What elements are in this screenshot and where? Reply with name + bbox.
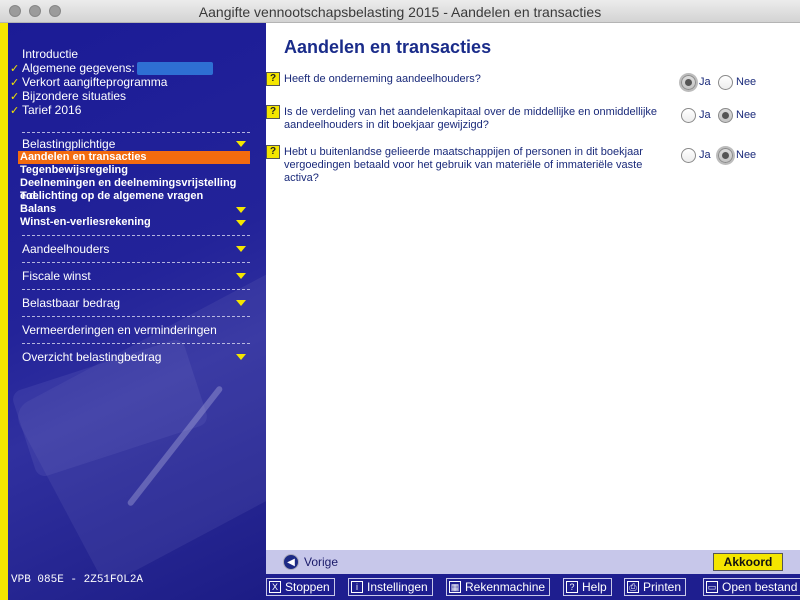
chevron-down-icon bbox=[236, 220, 246, 226]
bottom-toolbar: X Stoppen i Instellingen ▦ Rekenmachine … bbox=[266, 574, 800, 600]
sidebar-item-toelichting[interactable]: Toelichting op de algemene vragen bbox=[20, 190, 250, 203]
previous-button[interactable]: ◀ Vorige bbox=[283, 554, 338, 570]
version-label: VPB 085E - 2Z51FOL2A bbox=[11, 574, 144, 586]
window-title: Aangifte vennootschapsbelasting 2015 - A… bbox=[198, 4, 602, 20]
sidebar-section-fiscale-winst[interactable]: Fiscale winst bbox=[22, 269, 250, 283]
help-icon: ? bbox=[566, 581, 578, 593]
help-icon[interactable]: ? bbox=[266, 72, 280, 86]
divider bbox=[22, 132, 250, 133]
sidebar-section-overzicht-belastingbedrag[interactable]: Overzicht belastingbedrag bbox=[22, 350, 250, 364]
divider bbox=[22, 289, 250, 290]
check-icon: ✓ bbox=[10, 104, 20, 117]
algemene-gegevens-value[interactable] bbox=[136, 61, 213, 75]
info-icon: i bbox=[351, 581, 363, 593]
chevron-down-icon bbox=[236, 273, 246, 279]
print-button[interactable]: ⎙ Printen bbox=[624, 578, 687, 596]
folder-icon: ▭ bbox=[706, 581, 718, 593]
sidebar-item-aandelen-en-transacties[interactable]: Aandelen en transacties bbox=[18, 151, 250, 164]
chevron-down-icon bbox=[236, 141, 246, 147]
question-text: Hebt u buitenlandse gelieerde maatschapp… bbox=[284, 146, 643, 184]
sidebar-nav: Belastingplichtige Aandelen en transacti… bbox=[18, 129, 250, 364]
radio-ja[interactable] bbox=[681, 108, 696, 123]
main-panel: Aandelen en transacties ? Heeft de onder… bbox=[266, 23, 800, 550]
sidebar-item-winst-en-verliesrekening[interactable]: Winst-en-verliesrekening bbox=[20, 216, 250, 229]
window-titlebar: Aangifte vennootschapsbelasting 2015 - A… bbox=[0, 0, 800, 23]
chevron-down-icon bbox=[236, 246, 246, 252]
chevron-down-icon bbox=[236, 207, 246, 213]
sidebar-item-tegenbewijsregeling[interactable]: Tegenbewijsregeling bbox=[20, 164, 250, 177]
chevron-down-icon bbox=[236, 354, 246, 360]
divider bbox=[22, 316, 250, 317]
radio-ja-label: Ja bbox=[699, 76, 711, 88]
radio-nee[interactable] bbox=[718, 108, 733, 123]
sidebar-section-belastingplichtige[interactable]: Belastingplichtige bbox=[22, 137, 250, 151]
sidebar-section-belastbaar-bedrag[interactable]: Belastbaar bedrag bbox=[22, 296, 250, 310]
check-icon: ✓ bbox=[10, 76, 20, 89]
divider bbox=[22, 262, 250, 263]
radio-nee[interactable] bbox=[718, 75, 733, 90]
sidebar-item-deelnemingen[interactable]: Deelnemingen en deelnemingsvrijstelling … bbox=[20, 177, 250, 202]
help-icon[interactable]: ? bbox=[266, 105, 280, 119]
navigation-bar: ◀ Vorige Akkoord bbox=[266, 550, 800, 574]
open-file-button[interactable]: ▭ Open bestand bbox=[703, 578, 800, 596]
printer-icon: ⎙ bbox=[627, 581, 639, 593]
divider bbox=[22, 235, 250, 236]
radio-ja[interactable] bbox=[681, 148, 696, 163]
question-text: Heeft de onderneming aandeelhouders? bbox=[284, 73, 481, 85]
settings-button[interactable]: i Instellingen bbox=[348, 578, 433, 596]
radio-ja-label: Ja bbox=[699, 149, 711, 161]
page-title: Aandelen en transacties bbox=[284, 37, 492, 57]
previous-button-label: Vorige bbox=[304, 555, 339, 569]
help-button[interactable]: ? Help bbox=[563, 578, 612, 596]
intro-list: Introductie ✓ Algemene gegevens: ✓ Verko… bbox=[10, 47, 250, 117]
sidebar-item-tarief[interactable]: ✓ Tarief 2016 bbox=[10, 103, 250, 117]
close-icon: X bbox=[269, 581, 281, 593]
divider bbox=[22, 343, 250, 344]
sidebar-item-verkort-aangifteprogramma[interactable]: ✓ Verkort aangifteprogramma bbox=[10, 75, 250, 89]
check-icon: ✓ bbox=[10, 90, 20, 103]
sidebar-section-vermeerderingen[interactable]: Vermeerderingen en verminderingen bbox=[22, 323, 250, 337]
sidebar-item-introductie[interactable]: Introductie bbox=[10, 47, 250, 61]
sidebar-item-bijzondere-situaties[interactable]: ✓ Bijzondere situaties bbox=[10, 89, 250, 103]
radio-nee-label: Nee bbox=[736, 76, 757, 88]
chevron-down-icon bbox=[236, 300, 246, 306]
radio-nee[interactable] bbox=[718, 148, 733, 163]
sidebar: Introductie ✓ Algemene gegevens: ✓ Verko… bbox=[0, 23, 266, 600]
akkoord-button[interactable]: Akkoord bbox=[713, 553, 783, 571]
arrow-left-icon: ◀ bbox=[283, 554, 299, 570]
radio-ja-label: Ja bbox=[699, 109, 711, 121]
sidebar-item-balans[interactable]: Balans bbox=[20, 203, 250, 216]
calculator-button[interactable]: ▦ Rekenmachine bbox=[446, 578, 551, 596]
calculator-icon: ▦ bbox=[449, 581, 461, 593]
radio-ja[interactable] bbox=[681, 75, 696, 90]
stop-button[interactable]: X Stoppen bbox=[266, 578, 335, 596]
check-icon: ✓ bbox=[10, 62, 20, 75]
sidebar-section-aandeelhouders[interactable]: Aandeelhouders bbox=[22, 242, 250, 256]
sidebar-accent-stripe bbox=[0, 23, 8, 600]
radio-nee-label: Nee bbox=[736, 149, 757, 161]
help-icon[interactable]: ? bbox=[266, 145, 280, 159]
sidebar-item-algemene-gegevens[interactable]: ✓ Algemene gegevens: bbox=[10, 61, 250, 75]
radio-nee-label: Nee bbox=[736, 109, 757, 121]
question-text: Is de verdeling van het aandelenkapitaal… bbox=[284, 106, 658, 131]
